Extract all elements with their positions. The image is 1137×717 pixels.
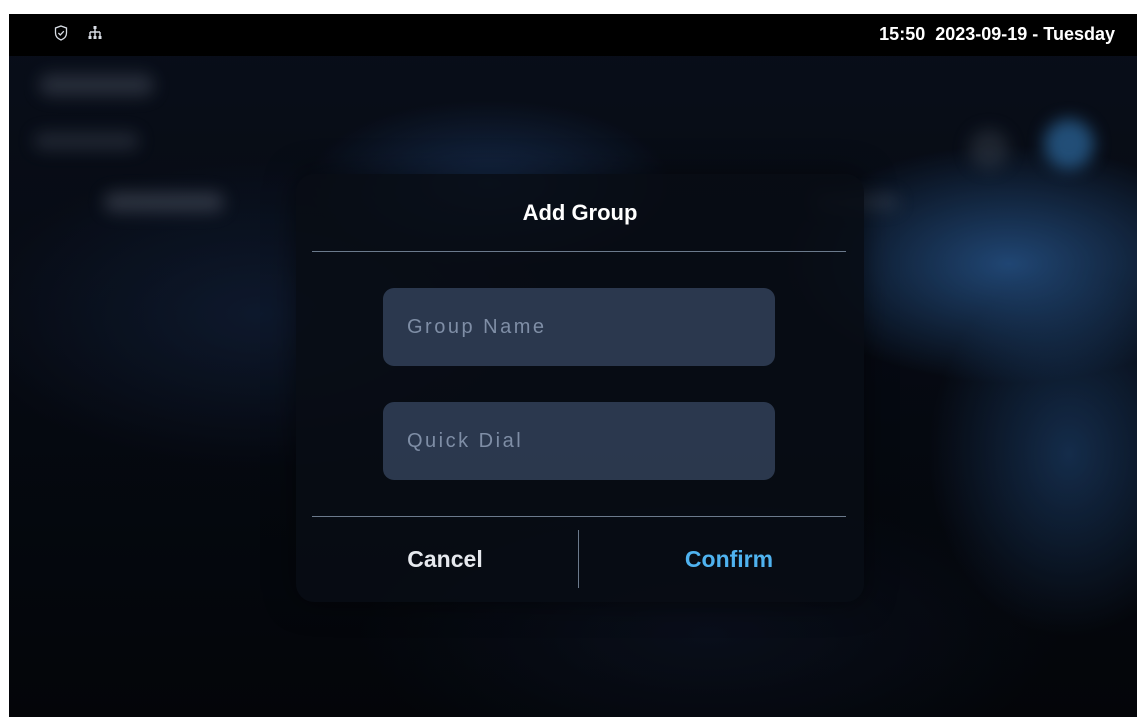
quick-dial-input[interactable] [383, 402, 775, 480]
cancel-button[interactable]: Cancel [312, 517, 578, 602]
confirm-button[interactable]: Confirm [596, 517, 862, 602]
status-time: 15:50 [879, 24, 926, 44]
network-icon [87, 25, 103, 41]
status-date: 2023-09-19 - Tuesday [935, 24, 1115, 44]
status-datetime: 15:50 2023-09-19 - Tuesday [879, 24, 1115, 45]
title-divider [312, 251, 846, 252]
button-separator [578, 530, 579, 588]
dialog-title: Add Group [522, 200, 638, 225]
device-screen: 15:50 2023-09-19 - Tuesday Add Group Can… [9, 14, 1137, 717]
status-bar: 15:50 2023-09-19 - Tuesday [9, 14, 1137, 56]
add-group-dialog: Add Group Cancel Confirm [296, 174, 864, 602]
group-name-input[interactable] [383, 288, 775, 366]
shield-check-icon [53, 25, 69, 41]
